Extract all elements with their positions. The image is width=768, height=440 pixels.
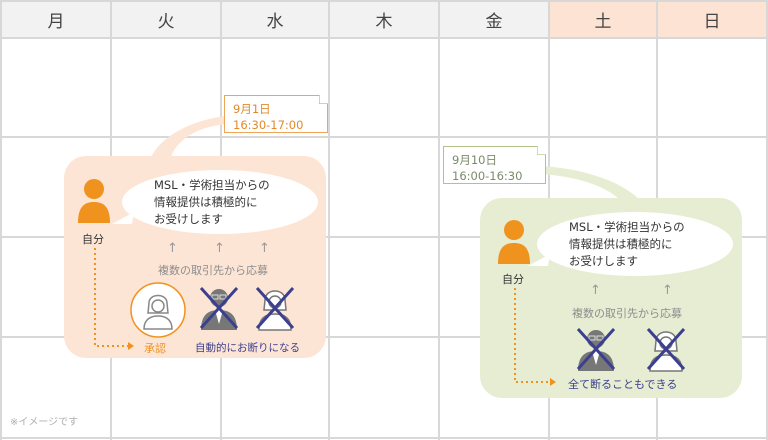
self-person-icon: [78, 179, 110, 223]
appointment-note-right[interactable]: 9月10日 16:00-16:30: [443, 146, 546, 184]
speech-line: お受けします: [154, 211, 223, 226]
up-arrow-icon: ↑: [259, 241, 270, 256]
applicants-text: 複数の取引先から応募: [158, 264, 268, 277]
day-header-wed: 水: [266, 12, 284, 32]
self-label: 自分: [82, 233, 104, 246]
auto-decline-label: 自動的にお断りになる: [195, 342, 300, 354]
self-label: 自分: [502, 273, 524, 286]
appointment-note-left[interactable]: 9月1日 16:30-17:00: [224, 95, 328, 133]
day-header-sat: 土: [594, 12, 612, 32]
note-time: 16:00-16:30: [452, 169, 523, 183]
page-fold-icon: [537, 146, 546, 155]
page-fold-icon: [319, 95, 328, 104]
day-header-mon: 月: [47, 12, 65, 32]
speech-line: 情報提供は積極的に: [154, 194, 258, 209]
up-arrow-icon: ↑: [167, 241, 178, 256]
up-arrow-icon: ↑: [590, 283, 601, 298]
applicants-text: 複数の取引先から応募: [572, 307, 682, 320]
day-header-sun: 日: [703, 12, 721, 32]
declined-man-icon: [576, 327, 616, 371]
declined-woman-icon: [646, 327, 686, 372]
self-person-icon: [498, 220, 530, 264]
speech-line: お受けします: [569, 253, 638, 268]
declined-woman-icon: [255, 286, 295, 331]
speech-bubble-right: MSL・学術担当からの 情報提供は積極的に お受けします: [537, 212, 733, 276]
speech-tail-left: [112, 212, 134, 224]
decline-all-label: 全て断ることもできる: [568, 378, 678, 391]
speech-bubble-left: MSL・学術担当からの 情報提供は積極的に お受けします: [122, 170, 318, 234]
speech-line: 情報提供は積極的に: [569, 236, 673, 251]
note-date: 9月1日: [233, 102, 271, 116]
image-footnote: ※イメージです: [10, 417, 79, 428]
up-arrow-icon: ↑: [662, 283, 673, 298]
note-date: 9月10日: [452, 153, 497, 167]
speech-tail-right: [528, 254, 550, 266]
up-arrow-icon: ↑: [214, 241, 225, 256]
speech-line: MSL・学術担当からの: [569, 219, 685, 234]
decline-connector-arrow: [514, 288, 556, 386]
declined-man-icon: [199, 286, 239, 330]
day-header-tue: 火: [157, 12, 175, 32]
speech-line: MSL・学術担当からの: [154, 177, 270, 192]
approve-label: 承認: [144, 342, 166, 355]
day-header-fri: 金: [485, 12, 503, 32]
day-header-thu: 木: [375, 12, 393, 32]
approval-connector-arrow: [94, 248, 134, 350]
note-time: 16:30-17:00: [233, 118, 304, 132]
